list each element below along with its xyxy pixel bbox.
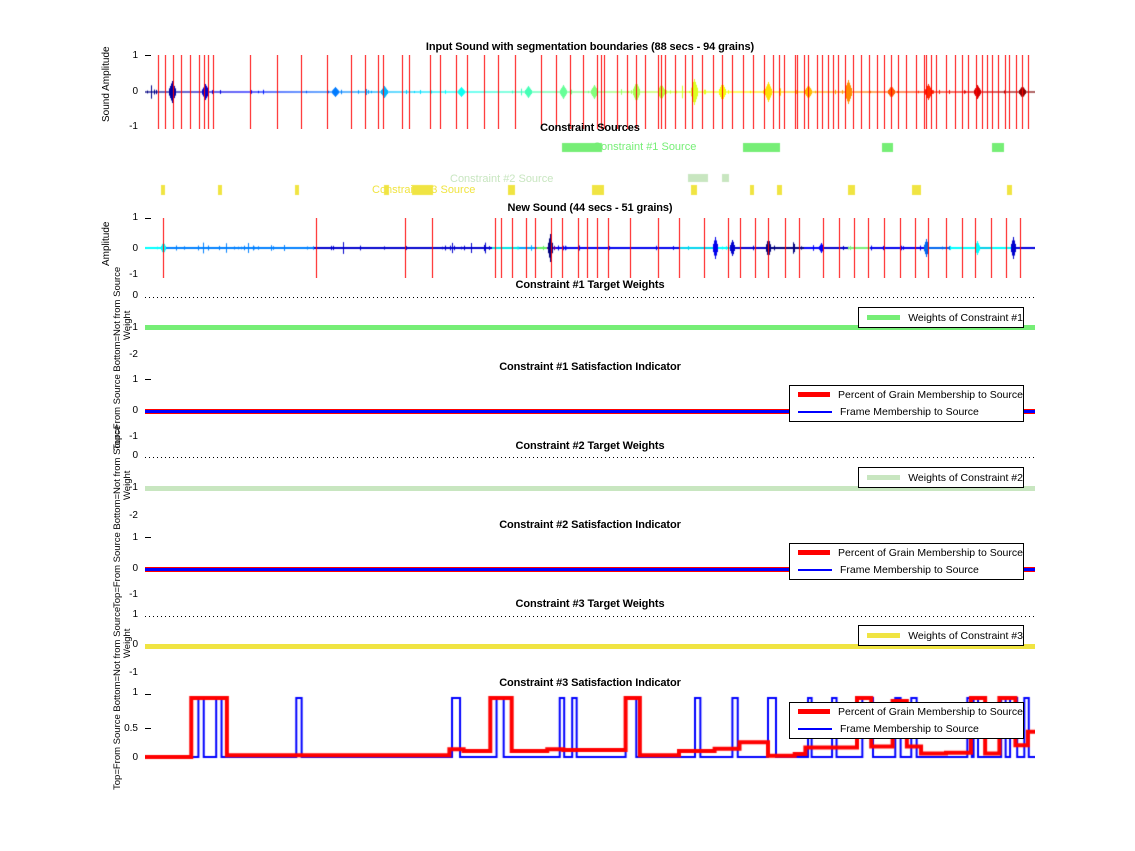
ytick-c2s-0: 0 (132, 563, 138, 574)
panel-title-constraint-sources: Constraint Sources (540, 122, 640, 134)
tick-c2s-top (145, 537, 151, 538)
gridline-c2-zero (145, 457, 1035, 458)
legend-swatch-c2 (867, 475, 901, 480)
panel-title-c2-sat: Constraint #2 Satisfaction Indicator (499, 519, 681, 531)
tick-c3s-mid (145, 728, 151, 729)
legend-label-frame-c3: Frame Membership to Source (840, 722, 979, 735)
constraint-sources-plot (145, 136, 1035, 198)
panel-title-c2-weights: Constraint #2 Target Weights (515, 440, 665, 452)
ytick-new-1: 1 (132, 212, 138, 223)
gridline-c1-zero (145, 297, 1035, 298)
legend-c3-satisfaction: Percent of Grain Membership to Source Fr… (789, 702, 1024, 739)
ytick-c2s-m1: -1 (129, 589, 138, 600)
axis-bottom-c3s (0, 67, 890, 68)
tick-c3s-top (145, 694, 151, 695)
ytick-c3s-1: 1 (132, 687, 138, 698)
matlab-figure: Input Sound with segmentation boundaries… (0, 0, 1135, 851)
legend-label-percent-grain-c1: Percent of Grain Membership to Source (837, 388, 1023, 401)
tick-c1s-top (145, 379, 151, 380)
ytick-new-0: 0 (132, 243, 138, 254)
ylabel-c1-sat: Top=From Source Bottom=Not from Source (112, 266, 123, 450)
legend-c3-weights: Weights of Constraint #3 (858, 625, 1024, 646)
legend-label-c2: Weights of Constraint #2 (908, 471, 1023, 484)
ytick-c3s-0: 0 (132, 752, 138, 763)
legend-swatch-c1 (867, 315, 901, 320)
panel-title-c3-sat: Constraint #3 Satisfaction Indicator (499, 677, 681, 689)
legend-label-c3: Weights of Constraint #3 (908, 629, 1023, 642)
legend-label-percent-grain-c3: Percent of Grain Membership to Source (837, 705, 1023, 718)
panel-title-c3-weights: Constraint #3 Target Weights (515, 598, 665, 610)
panel-title-new-sound: New Sound (44 secs - 51 grains) (507, 202, 673, 214)
constraint3-source-label: Constraint #3 Source (372, 184, 476, 196)
legend-c2-weights: Weights of Constraint #2 (858, 467, 1024, 488)
ytick-c2s-1: 1 (132, 532, 138, 543)
new-sound-waveform (145, 218, 1035, 278)
legend-label-frame-c2: Frame Membership to Source (840, 563, 979, 576)
legend-c2-satisfaction: Percent of Grain Membership to Source Fr… (789, 543, 1024, 580)
panel-title-c1-sat: Constraint #1 Satisfaction Indicator (499, 361, 681, 373)
legend-swatch-percent-grain-c1 (798, 392, 830, 397)
legend-c1-satisfaction: Percent of Grain Membership to Source Fr… (789, 385, 1024, 422)
panel-title-c1-weights: Constraint #1 Target Weights (515, 279, 665, 291)
gridline-c3-top (145, 616, 1035, 617)
axis-left-c3s (0, 0, 1, 67)
tick-new-top (145, 218, 151, 219)
legend-swatch-percent-grain-c2 (798, 550, 830, 555)
legend-label-frame-c1: Frame Membership to Source (840, 405, 979, 418)
legend-swatch-frame-c3 (798, 727, 832, 730)
legend-swatch-frame-c1 (798, 410, 832, 413)
panel-c3-satisfaction: Constraint #3 Satisfaction Indicator Top… (0, 0, 1035, 790)
legend-swatch-frame-c2 (798, 568, 832, 571)
ytick-c3s-05: 0.5 (124, 723, 138, 734)
ytick-c1s-1: 1 (132, 374, 138, 385)
legend-label-percent-grain-c2: Percent of Grain Membership to Source (837, 546, 1023, 559)
constraint1-source-label: Constraint #1 Source (593, 141, 697, 153)
ytick-input-m1: -1 (129, 121, 138, 132)
legend-c1-weights: Weights of Constraint #1 (858, 307, 1024, 328)
legend-label-c1: Weights of Constraint #1 (908, 311, 1023, 324)
ytick-input-0: 0 (132, 86, 138, 97)
legend-swatch-percent-grain-c3 (798, 709, 830, 714)
ylabel-c2-sat: Top=From Source Bottom=Not from Source (112, 424, 123, 608)
ytick-c1s-0: 0 (132, 405, 138, 416)
legend-swatch-c3 (867, 633, 901, 638)
